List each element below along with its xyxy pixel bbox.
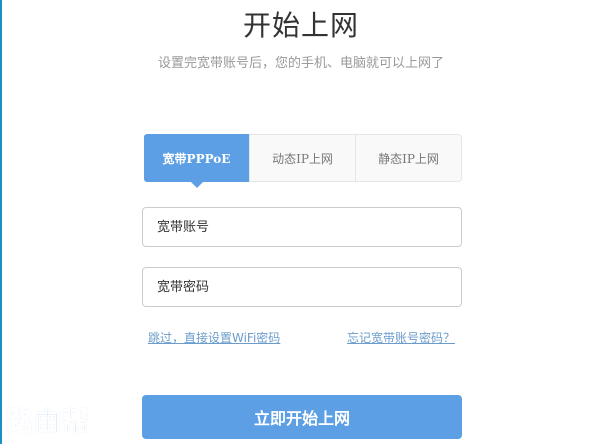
tab-pppoe[interactable]: 宽带PPPoE bbox=[144, 134, 249, 188]
broadband-password-input[interactable] bbox=[142, 267, 462, 307]
tab-static-ip[interactable]: 静态IP上网 bbox=[355, 135, 461, 181]
tab-dynamic-ip[interactable]: 动态IP上网 bbox=[249, 135, 355, 181]
page-title: 开始上网 bbox=[242, 9, 359, 42]
connection-type-tabs: 宽带PPPoE 动态IP上网 静态IP上网 bbox=[144, 134, 462, 188]
watermark-logo: 路由帮 bbox=[6, 407, 90, 439]
forgot-account-link[interactable]: 忘记宽带账号密码？ bbox=[347, 329, 455, 346]
page-subtitle: 设置完宽带账号后，您的手机、电脑就可以上网了 bbox=[157, 56, 444, 71]
skip-to-wifi-link[interactable]: 跳过，直接设置WiFi密码 bbox=[148, 329, 280, 346]
start-internet-button[interactable]: 立即开始上网 bbox=[142, 395, 462, 439]
broadband-account-input[interactable] bbox=[142, 207, 462, 247]
